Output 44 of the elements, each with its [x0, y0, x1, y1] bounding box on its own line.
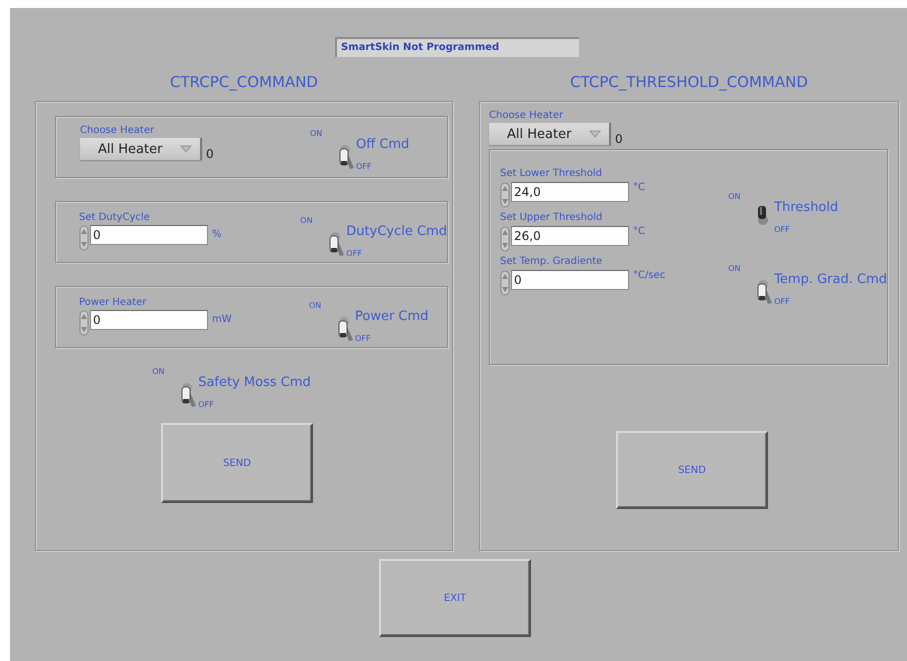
input-field[interactable]: 0 [511, 270, 629, 290]
caret-icon [180, 145, 192, 153]
on-label: ON [728, 264, 742, 273]
toggle-label: Power Cmd [355, 309, 428, 324]
field-label: Choose Heater [80, 125, 156, 136]
field-label: Set Upper Threshold [500, 212, 604, 223]
off-label: OFF [774, 297, 791, 306]
toggle-label: Safety Moss Cmd [198, 375, 311, 390]
panel-title: CTRCPC_COMMAND [170, 73, 318, 93]
unit-label: °C/sec [633, 270, 666, 281]
unit-label: % [212, 229, 222, 240]
on-label: ON [310, 129, 324, 138]
field-label: Set Lower Threshold [500, 168, 604, 179]
input-field[interactable]: 26,0 [511, 226, 629, 246]
on-label: ON [728, 192, 742, 201]
off-label: OFF [198, 400, 215, 409]
unit-label: mW [212, 314, 232, 325]
unit-label: °C [633, 182, 645, 193]
toggle-label: Off Cmd [356, 137, 410, 152]
input-field[interactable]: 0 [90, 225, 208, 245]
on-label: ON [300, 216, 314, 225]
caret-icon [589, 130, 601, 138]
on-label: ON [152, 367, 166, 376]
on-label: ON [309, 301, 322, 310]
input-field[interactable]: 0 [90, 310, 208, 330]
field-label: Choose Heater [489, 110, 564, 121]
off-label: OFF [355, 334, 372, 343]
dropdown[interactable]: All Heater [80, 138, 202, 160]
off-label: OFF [774, 225, 791, 234]
toggle-label: Temp. Grad. Cmd [774, 272, 887, 287]
off-label: OFF [346, 249, 363, 258]
index-value: 0 [615, 133, 623, 145]
index-value: 0 [206, 148, 214, 160]
toggle-label: DutyCycle Cmd [346, 224, 447, 239]
off-label: OFF [356, 162, 372, 171]
toggle-label: Threshold [774, 200, 840, 215]
panel-title: CTCPC_THRESHOLD_COMMAND [570, 73, 808, 93]
unit-label: °C [633, 226, 645, 237]
field-label: Power Heater [79, 297, 148, 308]
input-field[interactable]: 24,0 [511, 182, 629, 202]
dropdown[interactable]: All Heater [489, 123, 611, 145]
status-indicator: SmartSkin Not Programmed [335, 37, 579, 57]
field-label: Set DutyCycle [79, 212, 151, 223]
field-label: Set Temp. Gradiente [500, 256, 604, 267]
